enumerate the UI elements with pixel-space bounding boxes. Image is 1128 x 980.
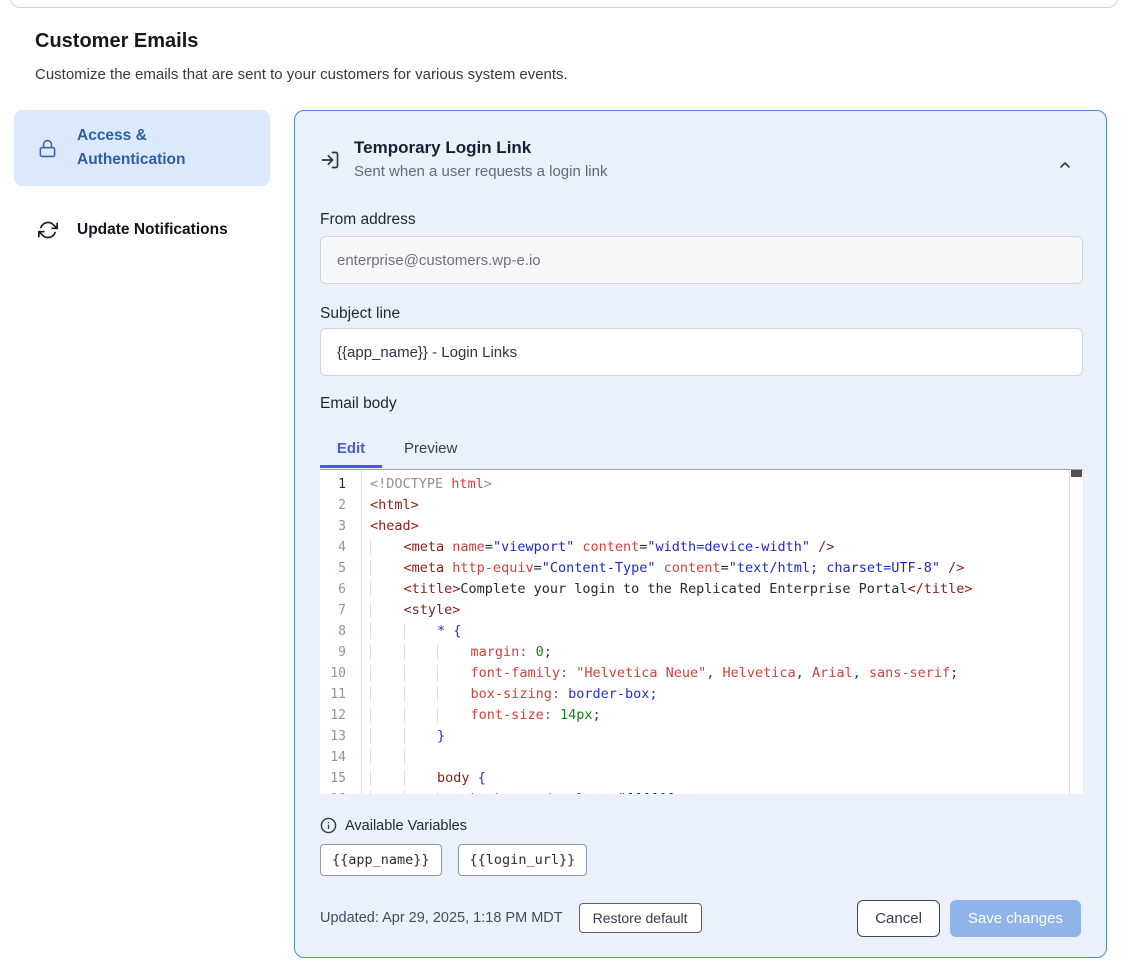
line-number: 16	[320, 789, 361, 794]
code-line: margin: 0;	[370, 642, 1069, 663]
page-subtitle: Customize the emails that are sent to yo…	[35, 66, 568, 83]
sidebar: Access & Authentication Update Notificati…	[14, 110, 270, 256]
sidebar-item-label: Access & Authentication	[77, 124, 232, 172]
tab-edit[interactable]: Edit	[320, 440, 382, 457]
code-line: box-sizing: border-box;	[370, 684, 1069, 705]
code-line	[370, 747, 1069, 768]
restore-default-button[interactable]: Restore default	[579, 903, 702, 933]
log-in-icon	[320, 150, 340, 180]
line-number: 9	[320, 642, 361, 663]
code-line: font-family: "Helvetica Neue", Helvetica…	[370, 663, 1069, 684]
line-number: 8	[320, 621, 361, 642]
card-footer: Updated: Apr 29, 2025, 1:18 PM MDT Resto…	[320, 899, 1081, 937]
card-subtitle: Sent when a user requests a login link	[354, 163, 607, 180]
previous-card-edge	[10, 0, 1118, 8]
lock-icon	[38, 139, 58, 158]
sidebar-item-label: Update Notifications	[77, 218, 228, 242]
email-settings-card: Temporary Login Link Sent when a user re…	[294, 110, 1107, 958]
code-line: * {	[370, 621, 1069, 642]
subject-line-label: Subject line	[320, 305, 400, 323]
code-line: <meta http-equiv="Content-Type" content=…	[370, 558, 1069, 579]
line-number-gutter: 12345678910111213141516	[320, 470, 362, 794]
code-line: <head>	[370, 516, 1069, 537]
editor-scrollbar[interactable]	[1069, 470, 1083, 794]
variable-chip[interactable]: {{login_url}}	[458, 844, 588, 876]
sidebar-item-update-notifications[interactable]: Update Notifications	[14, 204, 270, 256]
line-number: 6	[320, 579, 361, 600]
variable-chips: {{app_name}} {{login_url}}	[320, 844, 587, 876]
line-number: 4	[320, 537, 361, 558]
code-line: <style>	[370, 600, 1069, 621]
code-line: <html>	[370, 495, 1069, 516]
save-changes-button[interactable]: Save changes	[950, 900, 1081, 937]
line-number: 12	[320, 705, 361, 726]
code-line: body {	[370, 768, 1069, 789]
email-body-tabs: Edit Preview	[320, 431, 457, 465]
updated-timestamp: Updated: Apr 29, 2025, 1:18 PM MDT	[320, 910, 563, 926]
card-title: Temporary Login Link	[354, 137, 607, 159]
refresh-icon	[38, 220, 58, 240]
tab-preview[interactable]: Preview	[404, 440, 457, 457]
info-icon	[320, 817, 337, 834]
card-header: Temporary Login Link Sent when a user re…	[320, 137, 607, 180]
code-editor[interactable]: 12345678910111213141516 <!DOCTYPE html><…	[320, 469, 1083, 794]
line-number: 3	[320, 516, 361, 537]
subject-line-input[interactable]	[320, 328, 1083, 376]
cancel-button[interactable]: Cancel	[857, 900, 940, 937]
chevron-up-icon	[1057, 157, 1073, 176]
code-line: <!DOCTYPE html>	[370, 474, 1069, 495]
page-title: Customer Emails	[35, 30, 198, 53]
code-line: }	[370, 726, 1069, 747]
variable-chip[interactable]: {{app_name}}	[320, 844, 442, 876]
collapse-card-button[interactable]	[1052, 153, 1078, 179]
from-address-label: From address	[320, 211, 416, 229]
sidebar-item-access-authentication[interactable]: Access & Authentication	[14, 110, 270, 186]
code-content[interactable]: <!DOCTYPE html><html><head> <meta name="…	[362, 470, 1069, 794]
code-line: <meta name="viewport" content="width=dev…	[370, 537, 1069, 558]
line-number: 7	[320, 600, 361, 621]
line-number: 15	[320, 768, 361, 789]
code-line: font-size: 14px;	[370, 705, 1069, 726]
available-variables-label: Available Variables	[345, 818, 467, 834]
line-number: 5	[320, 558, 361, 579]
line-number: 14	[320, 747, 361, 768]
line-number: 13	[320, 726, 361, 747]
code-line: background-color: #ffffff;	[370, 789, 1069, 794]
line-number: 11	[320, 684, 361, 705]
available-variables-header: Available Variables	[320, 817, 467, 834]
line-number: 1	[320, 474, 361, 495]
page: Customer Emails Customize the emails tha…	[0, 0, 1128, 980]
scrollbar-thumb[interactable]	[1071, 470, 1082, 477]
active-tab-underline	[320, 465, 382, 468]
from-address-input[interactable]	[320, 236, 1083, 284]
code-line: <title>Complete your login to the Replic…	[370, 579, 1069, 600]
line-number: 10	[320, 663, 361, 684]
card-header-text: Temporary Login Link Sent when a user re…	[354, 137, 607, 180]
line-number: 2	[320, 495, 361, 516]
email-body-label: Email body	[320, 395, 397, 413]
